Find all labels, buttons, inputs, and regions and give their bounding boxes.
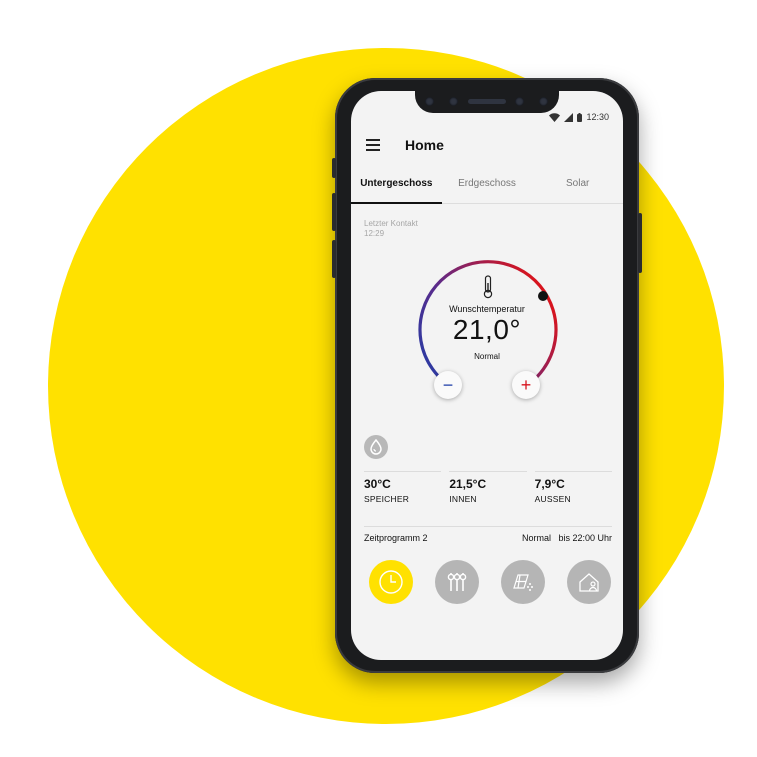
hamburger-menu-icon[interactable] bbox=[366, 139, 382, 151]
reading-storage: 30°C SPEICHER bbox=[364, 471, 442, 504]
status-time: 12:30 bbox=[586, 112, 609, 122]
reading-indoor: 21,5°C INNEN bbox=[449, 471, 527, 504]
phone-power-button bbox=[638, 213, 642, 273]
phone-volume-down bbox=[332, 240, 336, 278]
nav-solar-water-button[interactable] bbox=[501, 560, 545, 604]
solar-water-icon bbox=[513, 574, 533, 591]
signal-icon bbox=[564, 112, 574, 122]
phone-notch bbox=[415, 91, 559, 113]
reading-value: 21,5°C bbox=[449, 477, 487, 491]
reading-outdoor: 7,9°C AUSSEN bbox=[534, 471, 612, 504]
battery-icon bbox=[577, 112, 583, 122]
phone-frame: 12:30 Home Untergeschoss Erdgeschoss Sol… bbox=[332, 78, 642, 673]
camera-icon bbox=[425, 97, 434, 106]
mode-label: Normal bbox=[474, 352, 500, 361]
front-camera-icon bbox=[515, 97, 524, 106]
reading-label: INNEN bbox=[449, 494, 477, 504]
reading-value: 7,9°C bbox=[534, 477, 565, 491]
increase-temp-button[interactable]: + bbox=[512, 371, 540, 399]
program-name: Zeitprogramm 2 bbox=[364, 533, 428, 543]
nav-home-button[interactable] bbox=[567, 560, 611, 604]
sensor-icon bbox=[449, 97, 458, 106]
program-status: Normal bis 22:00 Uhr bbox=[521, 533, 612, 543]
phone-volume-up bbox=[332, 193, 336, 231]
dial-handle[interactable] bbox=[538, 291, 548, 301]
page-title: Home bbox=[405, 137, 444, 153]
tab-erdgeschoss[interactable]: Erdgeschoss bbox=[442, 175, 533, 203]
target-temp-label: Wunschtemperatur bbox=[449, 304, 525, 314]
proximity-sensor-icon bbox=[539, 97, 548, 106]
last-contact: Letzter Kontakt 12:29 bbox=[364, 219, 418, 239]
floor-tabs: Untergeschoss Erdgeschoss Solar bbox=[351, 175, 623, 204]
house-person-icon bbox=[579, 573, 599, 592]
bottom-nav bbox=[369, 560, 615, 604]
status-bar: 12:30 bbox=[549, 111, 609, 123]
wifi-icon bbox=[549, 112, 561, 122]
time-program-row[interactable]: Zeitprogramm 2 Normal bis 22:00 Uhr bbox=[364, 526, 612, 543]
clock-icon bbox=[379, 570, 403, 594]
reading-label: SPEICHER bbox=[364, 494, 410, 504]
nav-schedule-button[interactable] bbox=[369, 560, 413, 604]
last-contact-time: 12:29 bbox=[364, 229, 385, 238]
reading-label: AUSSEN bbox=[534, 494, 571, 504]
last-contact-label: Letzter Kontakt bbox=[364, 219, 418, 228]
nav-settings-button[interactable] bbox=[435, 560, 479, 604]
sliders-icon bbox=[447, 573, 467, 591]
water-drop-icon[interactable] bbox=[364, 435, 388, 459]
phone-silent-switch bbox=[332, 158, 336, 178]
tab-solar[interactable]: Solar bbox=[532, 175, 623, 203]
app-screen: 12:30 Home Untergeschoss Erdgeschoss Sol… bbox=[351, 91, 623, 660]
target-temp-value: 21,0° bbox=[452, 314, 522, 345]
tab-untergeschoss[interactable]: Untergeschoss bbox=[351, 175, 442, 204]
reading-value: 30°C bbox=[364, 477, 391, 491]
speaker-grille bbox=[468, 99, 506, 104]
app-header: Home bbox=[351, 127, 623, 163]
decrease-temp-button[interactable]: − bbox=[434, 371, 462, 399]
thermometer-icon bbox=[483, 275, 493, 299]
readings-row: 30°C SPEICHER 21,5°C INNEN 7,9°C AUSSEN bbox=[364, 471, 612, 504]
